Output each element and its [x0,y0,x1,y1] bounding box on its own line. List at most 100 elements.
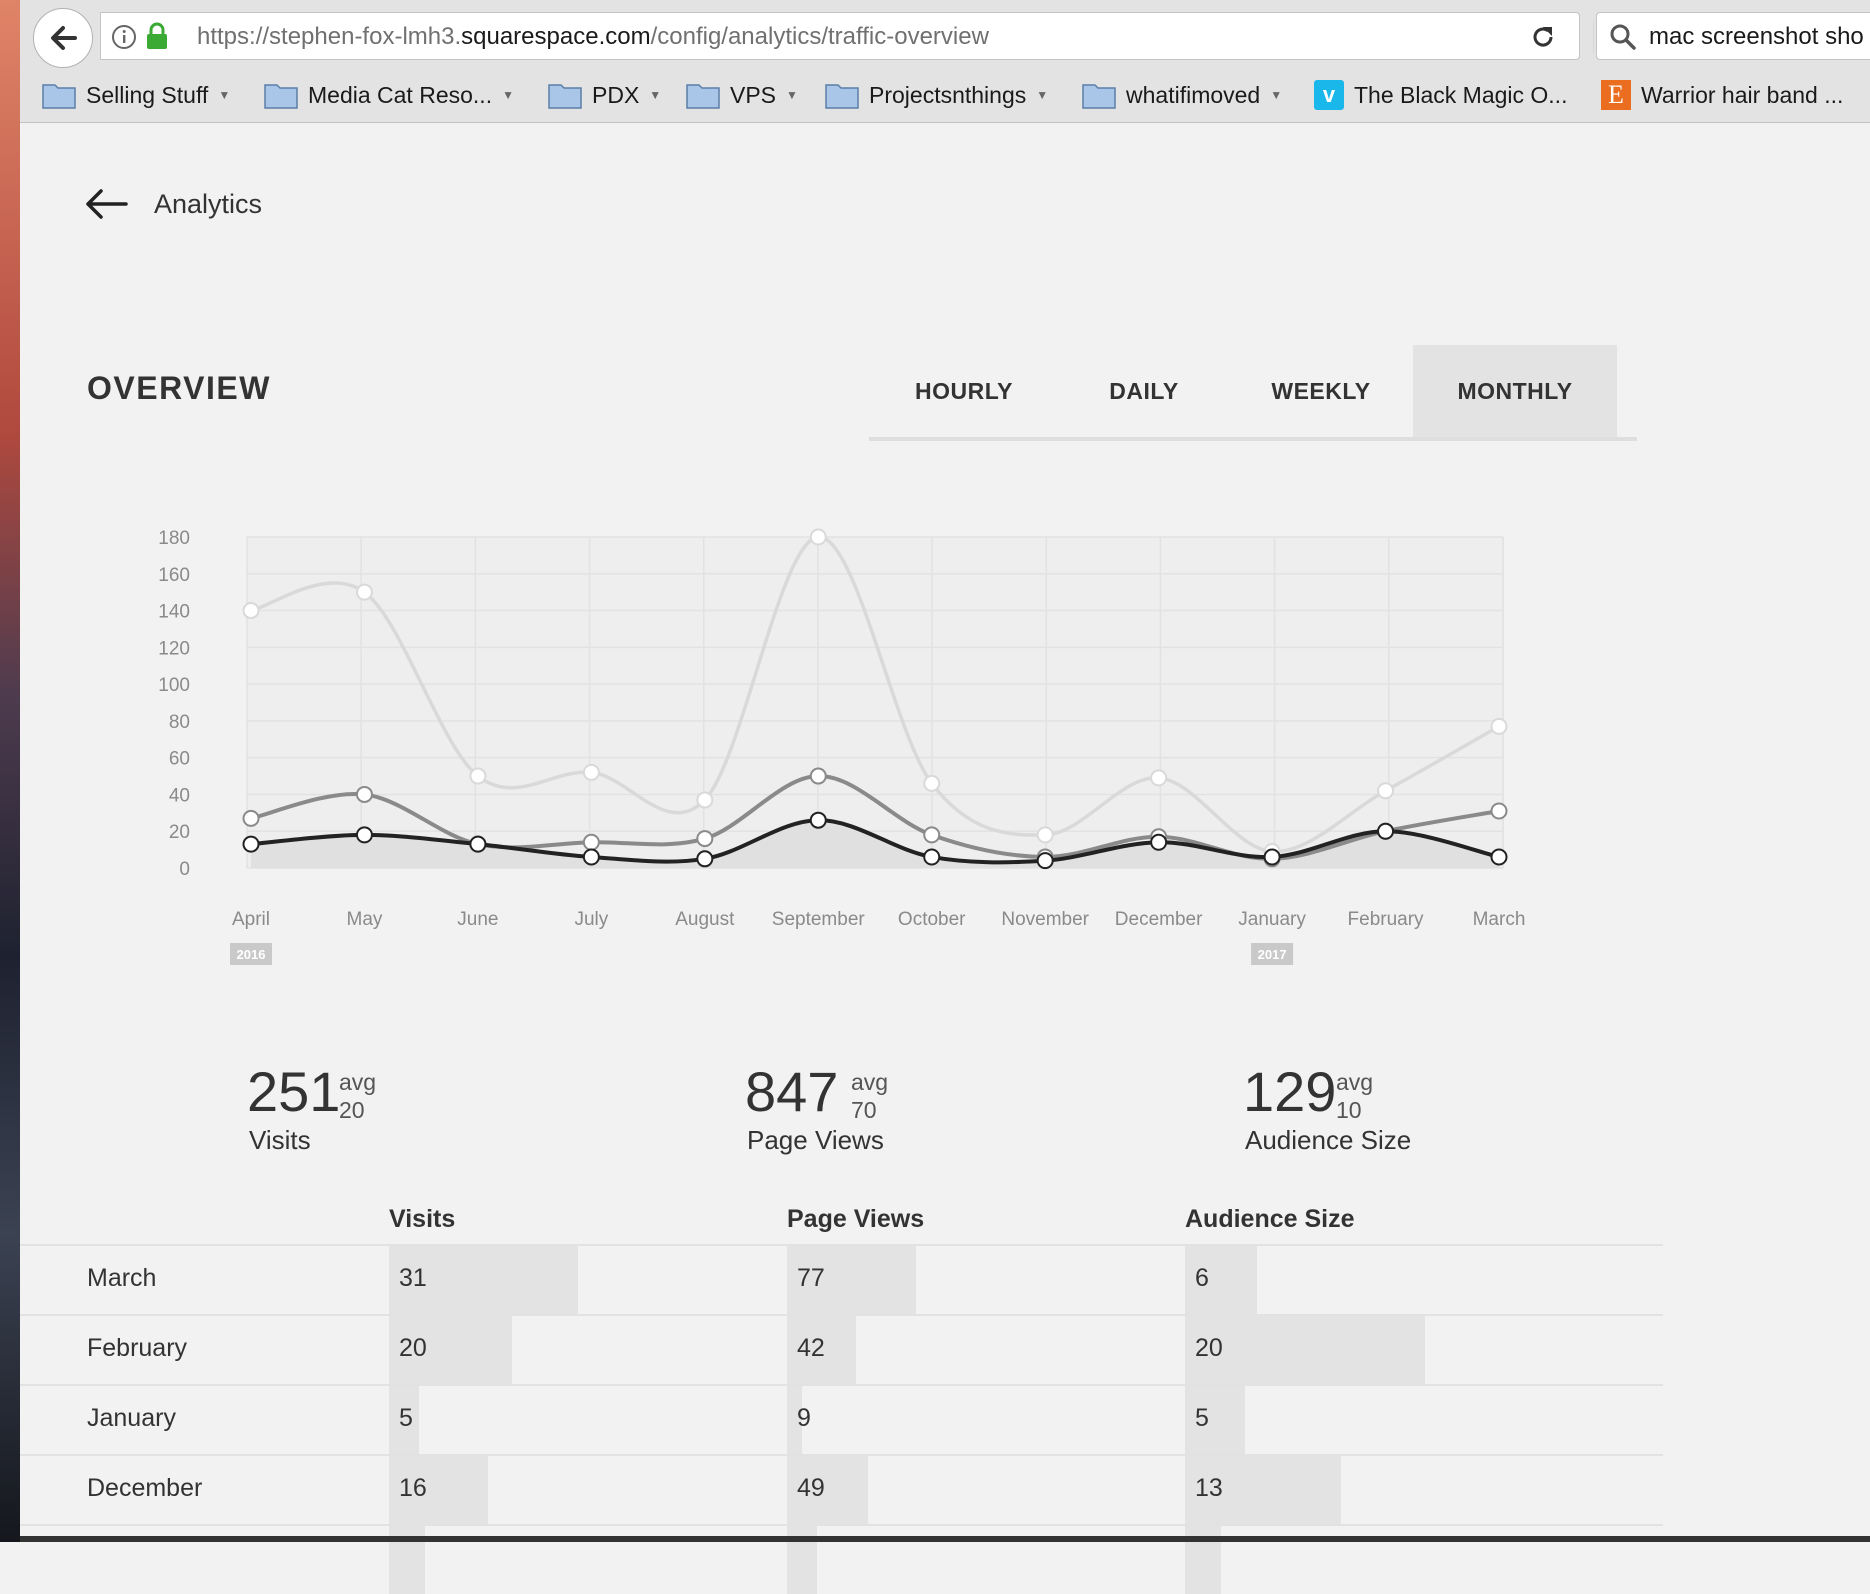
row-month: January [87,1404,176,1432]
data-point [696,791,714,809]
data-point [242,602,260,620]
analytics-page: Analytics OVERVIEW HOURLY DAILY WEEKLY M… [20,123,1870,1594]
stat-avg-label: avg [851,1069,889,1095]
column-header-page-views[interactable]: Page Views [787,1205,924,1234]
data-point [1036,826,1054,844]
folder-icon [42,84,76,109]
data-point [1490,848,1508,866]
bookmark-selling-stuff[interactable]: Selling Stuff ▼ [42,72,230,118]
data-point [469,767,487,785]
row-value: 5 [399,1404,413,1432]
y-tick-label: 140 [158,602,190,623]
x-tick-label: April [232,909,270,930]
row-month: March [87,1264,157,1292]
lock-icon [147,22,167,49]
x-tick-label: January [1238,909,1306,930]
bookmark-vps[interactable]: VPS ▼ [686,72,798,118]
data-point [696,850,714,868]
data-point [355,826,373,844]
table-row[interactable]: February 20 42 20 [20,1314,1663,1384]
data-point [1263,848,1281,866]
row-value: 20 [1195,1334,1223,1362]
data-point [1490,717,1508,735]
url-text[interactable]: https://stephen-fox-lmh3.squarespace.com… [197,23,989,51]
row-cell: 16 [389,1456,689,1524]
x-tick-label: November [1001,909,1089,930]
row-value: 20 [399,1334,427,1362]
row-cell: 20 [389,1316,689,1384]
bookmark-warrior-hair-band[interactable]: E Warrior hair band ... [1601,72,1843,118]
row-cell: 13 [1185,1456,1485,1524]
folder-icon [548,84,582,109]
bookmark-media-cat[interactable]: Media Cat Reso... ▼ [264,72,514,118]
row-value: 9 [797,1404,811,1432]
x-tick-label: June [457,909,498,930]
browser-back-button[interactable] [33,8,93,68]
column-header-audience-size[interactable]: Audience Size [1185,1205,1355,1234]
data-point [582,763,600,781]
y-tick-label: 120 [158,638,190,659]
x-tick-label: July [574,909,608,930]
data-point [582,833,600,851]
bookmark-pdx[interactable]: PDX ▼ [548,72,661,118]
folder-icon [686,84,720,109]
table-row[interactable]: March 31 77 6 [20,1244,1663,1314]
x-tick-label: May [347,909,383,930]
bookmark-projectsnthings[interactable]: Projectsnthings ▼ [825,72,1048,118]
stat-value: 129 [1243,1060,1337,1123]
data-point [1036,852,1054,870]
stat-avg-label: avg [1336,1069,1374,1095]
row-month: February [87,1334,188,1362]
row-cell: 20 [1185,1316,1485,1384]
y-tick-label: 180 [158,528,190,549]
table-row[interactable]: January 5 9 5 [20,1384,1663,1454]
arrow-left-icon [51,26,77,50]
year-label: 2016 [237,947,266,962]
row-cell: 5 [389,1386,689,1454]
x-tick-label: March [1473,909,1526,930]
vimeo-icon: v [1314,80,1344,110]
bottom-edge [20,1536,1870,1542]
data-point [923,848,941,866]
search-bar[interactable]: mac screenshot sho [1596,12,1870,60]
data-point [582,848,600,866]
row-value: 42 [797,1334,825,1362]
table-row[interactable]: December 16 49 13 [20,1454,1663,1524]
row-value: 49 [797,1474,825,1502]
row-cell: 6 [1185,1246,1485,1314]
stat-avg-value: 10 [1336,1097,1362,1123]
row-cell: 42 [787,1316,1087,1384]
bookmark-black-magic[interactable]: v The Black Magic O... [1314,72,1567,118]
row-cell: 31 [389,1246,689,1314]
bookmark-whatifimoved[interactable]: whatifimoved ▼ [1082,72,1282,118]
y-tick-label: 100 [158,675,190,696]
row-value: 13 [1195,1474,1223,1502]
info-icon[interactable] [111,24,137,50]
row-value: 5 [1195,1404,1209,1432]
row-cell: 77 [787,1246,1087,1314]
data-point [355,583,373,601]
data-point [242,809,260,827]
url-bar[interactable]: https://stephen-fox-lmh3.squarespace.com… [100,12,1594,60]
data-point [923,826,941,844]
data-point [809,811,827,829]
desktop-background [0,0,20,1542]
reload-icon[interactable] [1529,23,1557,51]
data-point [1377,822,1395,840]
x-tick-label: October [898,909,966,930]
row-cell: 9 [787,1386,1087,1454]
stat-avg-value: 20 [339,1097,365,1123]
stat-label: Audience Size [1245,1125,1412,1155]
value-bar [1185,1386,1245,1454]
etsy-icon: E [1601,80,1631,110]
row-cell: 49 [787,1456,1087,1524]
column-header-visits[interactable]: Visits [389,1205,455,1234]
data-point [469,835,487,853]
table-row[interactable] [20,1524,1663,1594]
y-tick-label: 20 [169,822,190,843]
search-input[interactable]: mac screenshot sho [1649,23,1864,51]
y-tick-label: 160 [158,565,190,586]
data-point [696,830,714,848]
row-cell: 5 [1185,1386,1485,1454]
row-value: 31 [399,1264,427,1292]
